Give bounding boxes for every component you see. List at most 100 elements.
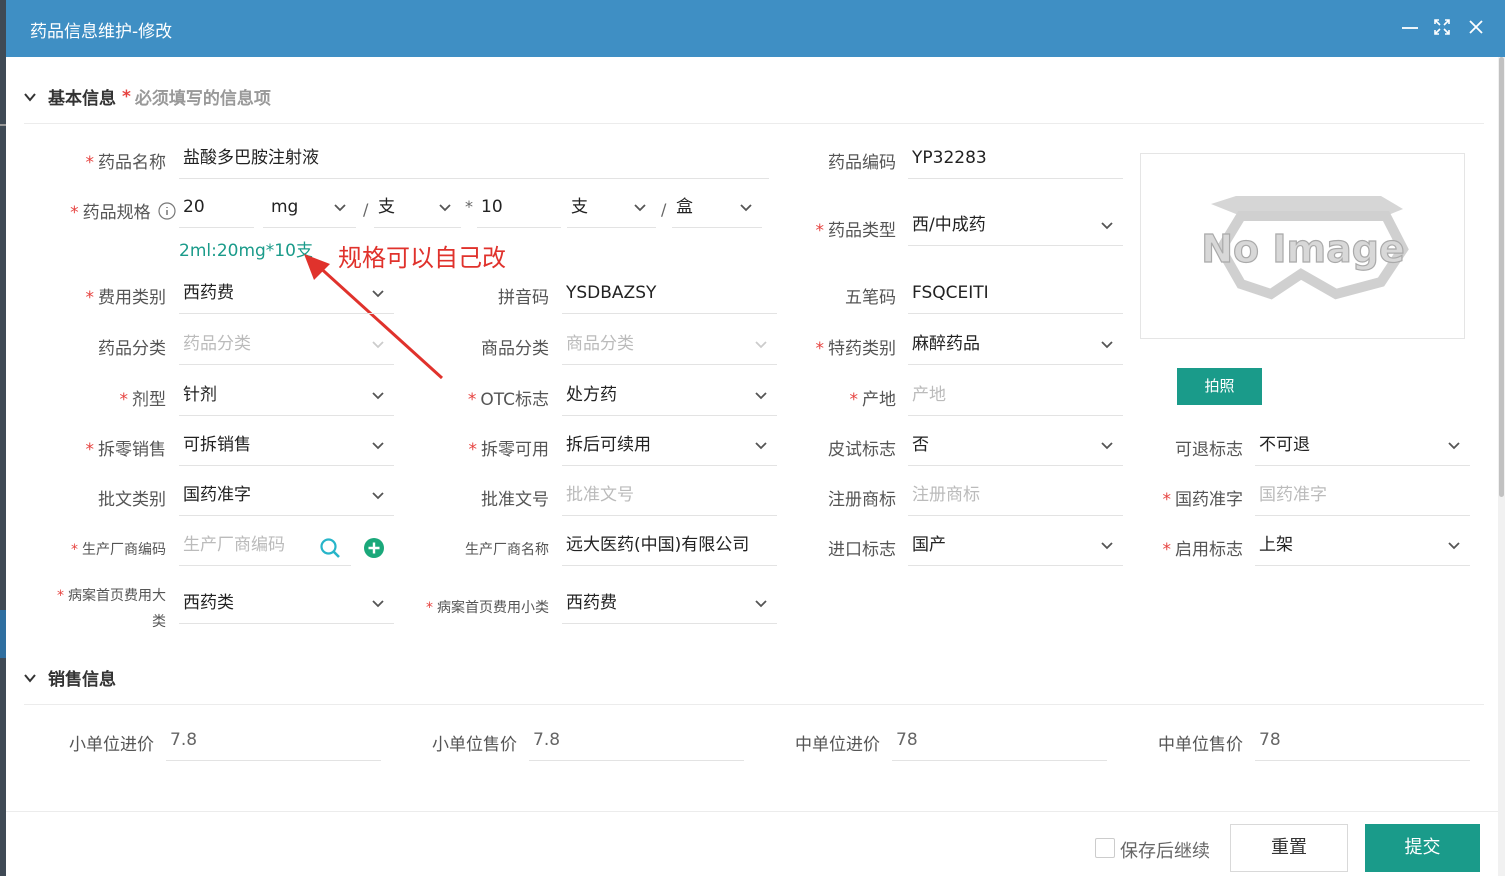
close-icon xyxy=(1469,20,1483,34)
svg-text:No Image: No Image xyxy=(1201,227,1405,271)
reset-button[interactable]: 重置 xyxy=(1230,824,1348,872)
record-small-label: * 病案首页费用小类 xyxy=(426,600,549,616)
drug-type-label: * 药品类型 xyxy=(815,221,897,241)
goods-class-select[interactable]: 商品分类 xyxy=(562,327,777,365)
chevron-down-icon xyxy=(24,92,36,102)
pinyin-label: 拼音码 xyxy=(498,288,549,308)
pinyin-input[interactable]: YSDBAZSY xyxy=(562,276,777,314)
dosage-form-label: * 剂型 xyxy=(119,390,167,410)
drug-class-select[interactable]: 药品分类 xyxy=(179,327,394,365)
chevron-down-icon xyxy=(1101,341,1113,349)
spec-separator: / xyxy=(363,200,369,219)
spec-preview-text: 2ml:20mg*10支 xyxy=(179,241,313,261)
otc-label: * OTC标志 xyxy=(467,390,549,410)
origin-input[interactable]: 产地 xyxy=(908,378,1123,416)
no-image-icon: No Image xyxy=(1201,196,1409,300)
chevron-down-icon xyxy=(372,341,384,349)
manufacturer-code-label: * 生产厂商编码 xyxy=(71,542,166,558)
spec-unit3-select[interactable]: 支 xyxy=(567,190,656,228)
drug-class-label: 药品分类 xyxy=(98,339,166,359)
mid-sell-input[interactable]: 78 xyxy=(1255,723,1470,761)
split-sale-select[interactable]: 可拆销售 xyxy=(179,428,394,466)
chevron-down-icon xyxy=(334,204,346,212)
drug-code-label: 药品编码 xyxy=(828,153,896,173)
spec-count-input[interactable]: 10 xyxy=(477,190,561,228)
spec-unit2-select[interactable]: 支 xyxy=(374,190,461,228)
section-basic-header[interactable]: 基本信息 * 必须填写的信息项 xyxy=(24,84,271,109)
fee-category-label: * 费用类别 xyxy=(85,288,167,308)
chevron-down-icon xyxy=(1101,442,1113,450)
split-sale-label: * 拆零销售 xyxy=(85,440,167,460)
record-big-label: * 病案首页费用大 类 xyxy=(57,588,166,630)
otc-select[interactable]: 处方药 xyxy=(562,378,777,416)
approval-no-input[interactable]: 批准文号 xyxy=(562,478,777,516)
record-small-select[interactable]: 西药费 xyxy=(562,586,777,624)
trademark-input[interactable]: 注册商标 xyxy=(908,478,1123,516)
spec-label: * 药品规格 xyxy=(36,198,176,223)
split-usable-label: * 拆零可用 xyxy=(468,440,550,460)
chevron-down-icon xyxy=(372,492,384,500)
drug-name-input[interactable]: 盐酸多巴胺注射液 xyxy=(179,141,769,179)
approval-type-select[interactable]: 国药准字 xyxy=(179,478,394,516)
scrollbar-thumb[interactable] xyxy=(1499,57,1504,497)
import-flag-select[interactable]: 国产 xyxy=(908,528,1123,566)
mid-sell-label: 中单位售价 xyxy=(1158,735,1243,755)
close-button[interactable] xyxy=(1463,16,1489,42)
national-approval-input[interactable]: 国药准字 xyxy=(1255,478,1470,516)
chevron-down-icon xyxy=(372,392,384,400)
small-sell-input[interactable]: 7.8 xyxy=(529,723,744,761)
origin-label: * 产地 xyxy=(849,390,897,410)
edit-drug-dialog: 药品信息维护-修改 基本信息 * 必须填写的信息项 * 药品名称 盐酸多巴胺注射液… xyxy=(6,0,1505,876)
required-star: * xyxy=(122,86,131,107)
wubi-input[interactable]: FSQCEITI xyxy=(908,276,1123,314)
import-flag-label: 进口标志 xyxy=(828,540,896,560)
drug-image-placeholder: No Image xyxy=(1140,153,1465,339)
spec-pack-select[interactable]: 盒 xyxy=(672,190,762,228)
spec-amount-input[interactable]: 20 xyxy=(179,190,254,228)
dialog-title: 药品信息维护-修改 xyxy=(30,22,173,42)
split-usable-select[interactable]: 拆后可续用 xyxy=(562,428,777,466)
search-icon[interactable] xyxy=(319,537,341,559)
mid-buy-label: 中单位进价 xyxy=(795,735,880,755)
dosage-form-select[interactable]: 针剂 xyxy=(179,378,394,416)
maximize-button[interactable] xyxy=(1429,16,1455,42)
info-icon[interactable] xyxy=(158,202,176,220)
continue-checkbox-label[interactable]: 保存后继续 xyxy=(1120,837,1210,863)
small-sell-label: 小单位售价 xyxy=(432,735,517,755)
chevron-down-icon xyxy=(755,341,767,349)
chevron-down-icon xyxy=(372,600,384,608)
skin-test-select[interactable]: 否 xyxy=(908,428,1123,466)
special-drug-label: * 特药类别 xyxy=(815,339,897,359)
drug-name-label: * 药品名称 xyxy=(85,153,167,173)
section-divider xyxy=(24,123,1484,124)
returnable-select[interactable]: 不可退 xyxy=(1255,428,1470,466)
chevron-down-icon xyxy=(634,204,646,212)
goods-class-label: 商品分类 xyxy=(481,339,549,359)
enable-flag-select[interactable]: 上架 xyxy=(1255,528,1470,566)
minimize-button[interactable] xyxy=(1397,16,1423,42)
enable-flag-label: * 启用标志 xyxy=(1162,540,1244,560)
photo-button[interactable]: 拍照 xyxy=(1177,368,1262,405)
vertical-scrollbar[interactable] xyxy=(1498,57,1505,876)
chevron-down-icon xyxy=(740,204,752,212)
mid-buy-input[interactable]: 78 xyxy=(892,723,1107,761)
chevron-down-icon xyxy=(372,290,384,298)
spec-unit-select[interactable]: mg xyxy=(263,190,356,228)
add-icon[interactable] xyxy=(363,537,385,559)
small-buy-label: 小单位进价 xyxy=(69,735,154,755)
fee-category-select[interactable]: 西药费 xyxy=(179,276,394,314)
section-sales-header[interactable]: 销售信息 xyxy=(24,665,116,690)
chevron-down-icon xyxy=(1448,442,1460,450)
manufacturer-name-input[interactable]: 远大医药(中国)有限公司 xyxy=(562,528,777,566)
chevron-down-icon xyxy=(1101,542,1113,550)
drug-code-input[interactable]: YP32283 xyxy=(908,141,1123,179)
drug-type-select[interactable]: 西/中成药 xyxy=(908,208,1123,246)
continue-checkbox[interactable] xyxy=(1095,838,1115,858)
approval-type-label: 批文类别 xyxy=(98,490,166,510)
submit-button[interactable]: 提交 xyxy=(1365,824,1480,872)
record-big-select[interactable]: 西药类 xyxy=(179,586,394,624)
special-drug-select[interactable]: 麻醉药品 xyxy=(908,327,1123,365)
small-buy-input[interactable]: 7.8 xyxy=(166,723,381,761)
wubi-label: 五笔码 xyxy=(845,288,896,308)
approval-no-label: 批准文号 xyxy=(481,490,549,510)
